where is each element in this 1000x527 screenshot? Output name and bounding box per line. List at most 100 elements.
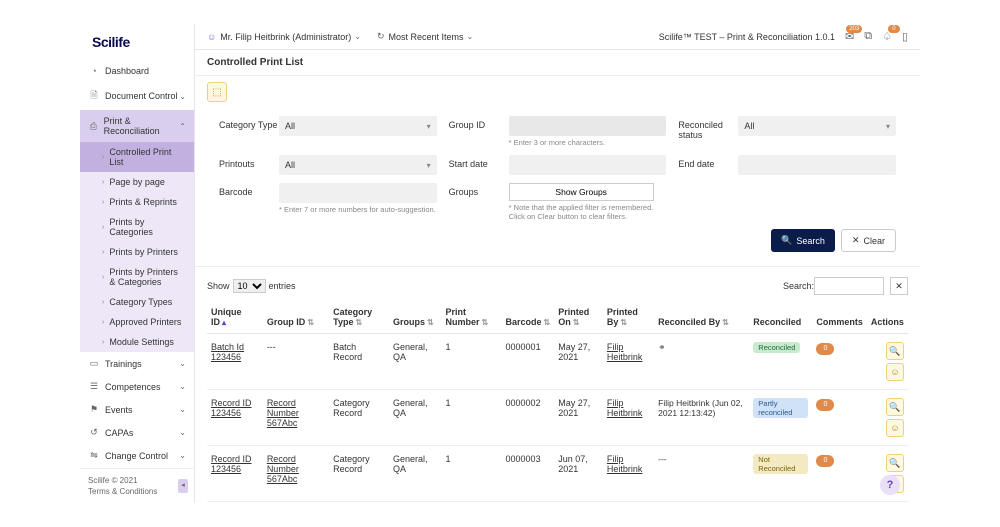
col-actions[interactable]: Actions [867,301,908,334]
unique-id-link[interactable]: Record ID 123456 [211,454,252,474]
sidebar-item-events[interactable]: ⚑Events⌄ [80,398,194,421]
user-menu[interactable]: ☺ Mr. Filip Heitbrink (Administrator) ⌄ [207,32,361,42]
filter-reconciled-status-select[interactable]: All [738,116,896,136]
sidebar-item-label: Competences [105,382,161,392]
col-unique-id[interactable]: Unique ID▴ [207,301,263,334]
sidebar-item-icon: ↺ [88,427,100,438]
table-search-input[interactable] [814,277,884,295]
col-group-id[interactable]: Group ID⇅ [263,301,329,334]
sidebar-item-dashboard[interactable]: ◔Dashboard [80,60,194,82]
filter-barcode-input[interactable] [279,183,437,203]
sidebar-item-change-control[interactable]: ⇋Change Control⌄ [80,444,194,467]
col-barcode[interactable]: Barcode⇅ [502,301,555,334]
sidebar-item-capas[interactable]: ↺CAPAs⌄ [80,421,194,444]
sidebar-sub-prints-reprints[interactable]: ›Prints & Reprints [80,192,194,212]
sort-icon: ⇅ [355,318,362,327]
filter-printouts-select[interactable]: All [279,155,437,175]
more-action[interactable]: ☺ [886,419,904,437]
chevron-down-icon: ⌄ [467,32,474,41]
recent-label: Most Recent Items [388,32,463,42]
sidebar-sub-approved-printers[interactable]: ›Approved Printers [80,312,194,332]
help-fab[interactable]: ? [880,475,900,495]
view-action[interactable]: 🔍 [886,342,904,360]
apps-icon[interactable]: ⧉ [864,30,872,43]
col-category-type[interactable]: Category Type⇅ [329,301,389,334]
chevron-right-icon: › [102,299,104,306]
col-groups[interactable]: Groups⇅ [389,301,442,334]
reconcile-icon[interactable]: ⚭ [658,342,666,352]
col-reconciled[interactable]: Reconciled [749,301,812,334]
group-id-value: --- [267,342,276,352]
sidebar-nav: ◔Dashboard🗎Document Control⌄⎙Print & Rec… [80,60,194,468]
sidebar-sub-prints-by-categories[interactable]: ›Prints by Categories [80,212,194,242]
sidebar-item-document-control[interactable]: 🗎Document Control⌄ [80,82,194,110]
sidebar-sub-controlled-print-list[interactable]: ›Controlled Print List [80,142,194,172]
filters-panel: Category Type All Group ID * Enter 3 or … [195,108,920,267]
filter-start-date-input[interactable] [509,155,667,175]
group-id-link[interactable]: Record Number 567Abc [267,454,299,484]
filter-printouts-label: Printouts [219,155,279,169]
chevron-icon: ⌄ [179,428,186,437]
unique-id-link[interactable]: Record ID 123456 [211,398,252,418]
filter-end-date-input[interactable] [738,155,896,175]
col-printed-on[interactable]: Printed On⇅ [554,301,603,334]
filter-barcode-label: Barcode [219,183,279,197]
sidebar-collapse-icon[interactable]: ◂ [178,479,188,493]
more-action[interactable]: ☺ [886,363,904,381]
sidebar-sub-label: Prints & Reprints [109,197,177,207]
chevron-right-icon: › [102,274,104,281]
groups-value: General, QA [393,454,428,474]
sidebar-item-trainings[interactable]: ▭Trainings⌄ [80,352,194,375]
chevron-icon: ⌄ [179,405,186,414]
comments-badge[interactable]: 0 [816,399,834,411]
show-groups-button[interactable]: Show Groups [509,183,654,201]
guide-icon[interactable]: ▯ [902,30,908,43]
sidebar-sub-category-types[interactable]: › Category Types [80,292,194,312]
recent-items[interactable]: ↻ Most Recent Items ⌄ [377,31,473,42]
sidebar-sub-prints-by-printers[interactable]: ›Prints by Printers [80,242,194,262]
filter-group-id-input[interactable] [509,116,667,136]
clear-button[interactable]: ✕Clear [841,229,896,252]
table-row: Record ID 123456 Record Number 567Abc Ca… [207,446,908,502]
sidebar-item-icon: ⚑ [88,404,100,415]
sidebar-sub-prints-by-printers-categories[interactable]: ›Prints by Printers & Categories [80,262,194,292]
printed-by-link[interactable]: Filip Heitbrink [607,342,643,362]
search-icon: 🔍 [781,235,792,246]
printed-by-link[interactable]: Filip Heitbrink [607,454,643,474]
col-reconciled-by[interactable]: Reconciled By⇅ [654,301,749,334]
unique-id-link[interactable]: Batch Id 123456 [211,342,244,362]
table-search-label: Search: [783,281,814,291]
search-button[interactable]: 🔍Search [771,229,835,252]
sidebar-item-print-reconciliation[interactable]: ⎙Print & Reconciliation⌃ [80,110,194,142]
messages-icon[interactable]: ✉203 [845,30,854,43]
filter-groups-label: Groups [449,183,509,197]
bell-icon[interactable]: ♤0 [882,30,892,43]
footer-copyright: Scilife © 2021 [88,475,186,486]
sidebar-sub-label: Category Types [109,297,172,307]
view-action[interactable]: 🔍 [886,398,904,416]
entries-label: entries [269,281,296,291]
group-id-link[interactable]: Record Number 567Abc [267,398,299,428]
table-clear-search[interactable]: ✕ [890,277,908,295]
printed-by-link[interactable]: Filip Heitbrink [607,398,643,418]
history-icon: ↻ [377,31,385,42]
sort-icon: ⇅ [481,318,488,327]
sort-icon: ⇅ [620,318,627,327]
filter-category-type-select[interactable]: All [279,116,437,136]
comments-badge[interactable]: 0 [816,343,834,355]
entries-per-page-select[interactable]: 10 [233,279,266,293]
col-printed-by[interactable]: Printed By⇅ [603,301,654,334]
export-button[interactable]: ⬚ [207,82,227,102]
chevron-right-icon: › [102,319,104,326]
sidebar-sub-page-by-page[interactable]: ›Page by page [80,172,194,192]
sidebar-item-competences[interactable]: ☰Competences⌄ [80,375,194,398]
col-print-number[interactable]: Print Number⇅ [441,301,501,334]
print-number-value: 1 [445,342,450,352]
sidebar-item-icon: ☰ [88,381,100,392]
col-comments[interactable]: Comments [812,301,867,334]
footer-terms[interactable]: Terms & Conditions [88,486,186,497]
sidebar-sub-module-settings[interactable]: ›Module Settings [80,332,194,352]
view-action[interactable]: 🔍 [886,454,904,472]
sidebar: Scilife ◔Dashboard🗎Document Control⌄⎙Pri… [80,24,195,503]
comments-badge[interactable]: 0 [816,455,834,467]
